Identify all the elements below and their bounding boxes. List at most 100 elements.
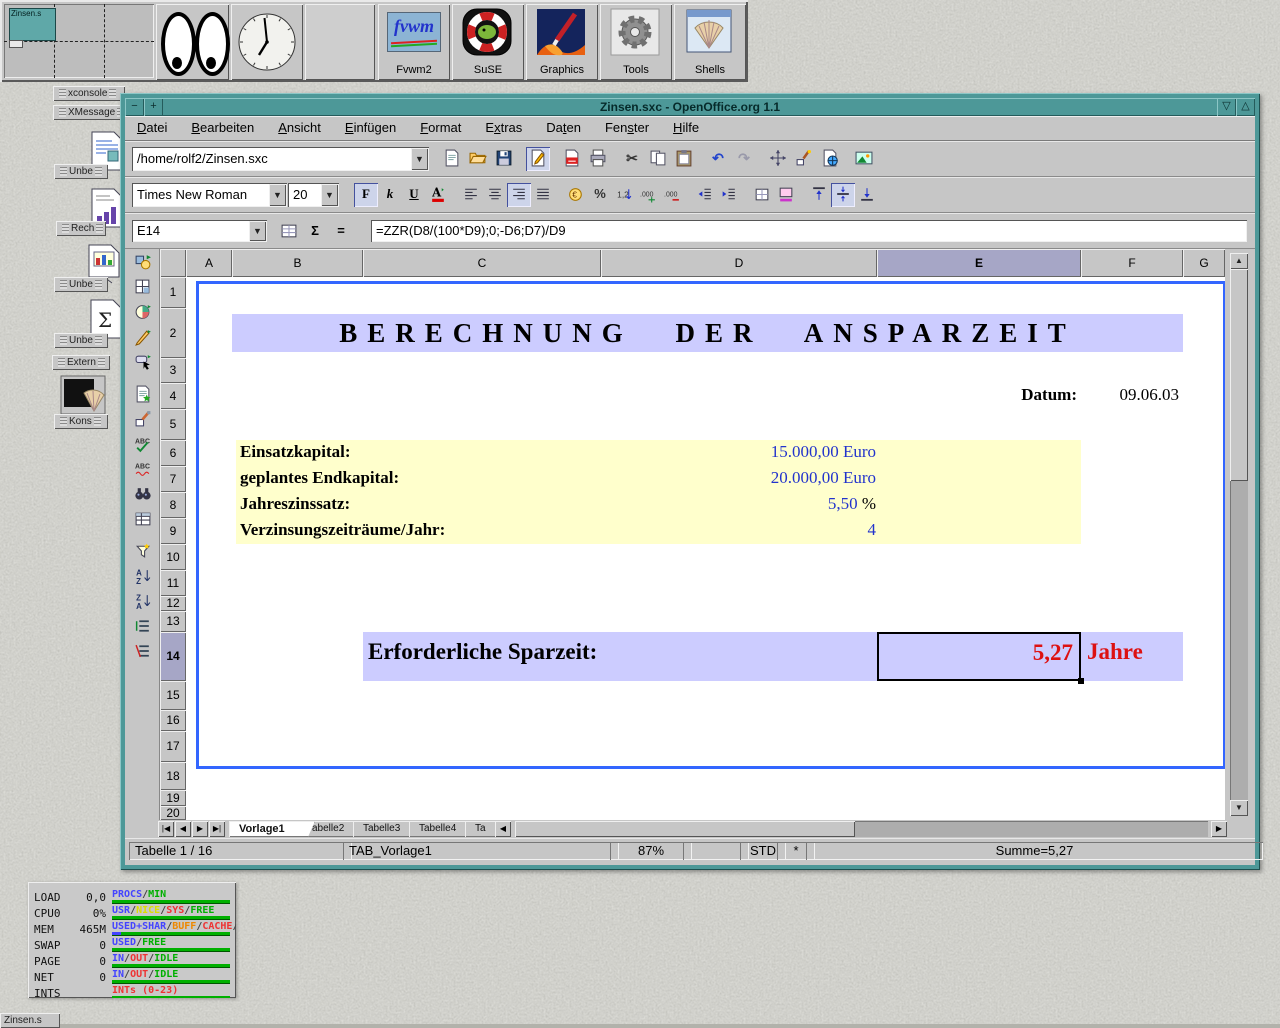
first-sheet-button[interactable]: |◀ <box>158 821 174 837</box>
hyperlink-icon[interactable] <box>818 147 842 171</box>
launcher-graphics[interactable]: Graphics <box>526 4 598 80</box>
align-center-icon[interactable] <box>483 183 507 207</box>
previous-sheet-button[interactable]: ◀ <box>175 821 191 837</box>
window-minimize-button[interactable]: ▽ <box>1217 98 1236 116</box>
cell-grid[interactable]: BERECHNUNG DER ANSPARZEITDatum:09.06.03E… <box>186 277 1225 820</box>
menu-hilfe[interactable]: Hilfe <box>673 116 699 140</box>
row-header-2[interactable]: 2 <box>160 308 186 358</box>
stylist-icon[interactable] <box>792 147 816 171</box>
launcher-tools[interactable]: Tools <box>600 4 672 80</box>
save-document-icon[interactable] <box>492 147 516 171</box>
spellcheck-icon[interactable]: ABC <box>130 435 155 459</box>
row-header-14[interactable]: 14 <box>160 632 186 681</box>
italic-icon[interactable]: k <box>378 183 402 207</box>
gallery-icon[interactable] <box>852 147 876 171</box>
document-url-value[interactable]: /home/rolf2/Zinsen.sxc <box>137 151 268 166</box>
navigator-icon[interactable] <box>766 147 790 171</box>
menu-extras[interactable]: Extras <box>485 116 522 140</box>
launcher-fvwm2[interactable]: fvwmFvwm2 <box>378 4 450 80</box>
fvwm-pager[interactable]: Zinsen.s <box>4 4 154 78</box>
insert-object-icon[interactable] <box>130 253 155 277</box>
row-header-16[interactable]: 16 <box>160 710 186 731</box>
font-size-combobox[interactable]: 20▼ <box>288 183 339 207</box>
standard-format-icon[interactable]: 1,2 <box>612 183 636 207</box>
row-header-9[interactable]: 9 <box>160 518 186 544</box>
scroll-down-button[interactable]: ▼ <box>1230 800 1248 816</box>
next-sheet-button[interactable]: ▶ <box>192 821 208 837</box>
row-header-4[interactable]: 4 <box>160 383 186 409</box>
background-color-icon[interactable] <box>774 183 798 207</box>
align-top-icon[interactable] <box>807 183 831 207</box>
panel-empty-button[interactable] <box>305 4 375 80</box>
last-sheet-button[interactable]: ▶| <box>209 821 225 837</box>
formula-input[interactable]: =ZZR(D8/(100*D9);0;-D6;D7)/D9 <box>371 220 1247 242</box>
desktop-icon-label-kons[interactable]: Kons <box>54 414 108 429</box>
row-header-8[interactable]: 8 <box>160 492 186 518</box>
window-maximize-button[interactable]: △ <box>1236 98 1255 116</box>
cell-reference-dropdown[interactable]: ▼ <box>249 221 266 241</box>
cell-cursor-handle[interactable] <box>1078 678 1084 684</box>
window-sticky-button[interactable]: + <box>144 98 163 116</box>
data-sources-icon[interactable] <box>130 510 155 534</box>
window-menu-button[interactable]: − <box>125 98 144 116</box>
bold-icon[interactable]: F <box>354 183 378 207</box>
sort-descending-icon[interactable]: ZA <box>130 592 155 616</box>
horizontal-scroll-thumb[interactable] <box>515 821 855 837</box>
currency-format-icon[interactable]: € <box>564 183 588 207</box>
function-icon[interactable]: = <box>329 220 353 244</box>
autofilter-icon[interactable] <box>130 542 155 566</box>
decrease-indent-icon[interactable] <box>693 183 717 207</box>
row-header-17[interactable]: 17 <box>160 731 186 762</box>
sum-icon[interactable]: Σ <box>303 220 327 244</box>
font-size-value[interactable]: 20 <box>293 187 307 202</box>
pager-mini-window[interactable]: Zinsen.s <box>9 8 56 41</box>
add-decimal-icon[interactable]: .000 <box>636 183 660 207</box>
find-replace-icon[interactable] <box>130 485 155 509</box>
formula-text[interactable]: =ZZR(D8/(100*D9);0;-D6;D7)/D9 <box>376 223 566 238</box>
desktop-icon-label-xconsole[interactable]: xconsole <box>53 86 125 101</box>
undo-icon[interactable]: ↶ <box>706 147 730 171</box>
increase-indent-icon[interactable] <box>717 183 741 207</box>
launcher-suse[interactable]: SuSE <box>452 4 524 80</box>
ungroup-icon[interactable] <box>130 642 155 666</box>
cell-cursor-e14[interactable]: 5,27 <box>877 632 1081 681</box>
group-icon[interactable] <box>130 617 155 641</box>
horizontal-scroll-right-button[interactable]: ▶ <box>1211 821 1227 837</box>
paste-icon[interactable] <box>672 147 696 171</box>
menu-datei[interactable]: Datei <box>137 116 167 140</box>
iconified-window-label[interactable]: Zinsen.s <box>0 1013 60 1028</box>
font-name-dropdown[interactable]: ▼ <box>269 184 286 206</box>
row-header-12[interactable]: 12 <box>160 596 186 611</box>
row-header-19[interactable]: 19 <box>160 790 186 806</box>
align-vcenter-icon[interactable] <box>831 183 855 207</box>
font-name-value[interactable]: Times New Roman <box>137 187 247 202</box>
redo-icon[interactable]: ↷ <box>732 147 756 171</box>
print-icon[interactable] <box>586 147 610 171</box>
insert-chart-icon[interactable] <box>130 303 155 327</box>
cell-reference-box[interactable]: E14▼ <box>132 220 267 242</box>
auto-spellcheck-icon[interactable]: ABC <box>130 460 155 484</box>
row-header-1[interactable]: 1 <box>160 277 186 308</box>
launcher-shells[interactable]: Shells <box>674 4 746 80</box>
scroll-up-button[interactable]: ▲ <box>1230 253 1248 269</box>
menu-daten[interactable]: Daten <box>546 116 581 140</box>
draw-functions-icon[interactable] <box>130 328 155 352</box>
menu-format[interactable]: Format <box>420 116 461 140</box>
autoformat-icon[interactable] <box>130 410 155 434</box>
document-url-combobox[interactable]: /home/rolf2/Zinsen.sxc ▼ <box>132 147 429 171</box>
select-all-corner[interactable] <box>160 249 186 277</box>
row-header-15[interactable]: 15 <box>160 681 186 710</box>
row-header-20[interactable]: 20 <box>160 806 186 820</box>
cut-icon[interactable]: ✂ <box>620 147 644 171</box>
vertical-scroll-thumb[interactable] <box>1230 269 1248 481</box>
column-header-g[interactable]: G <box>1183 249 1225 277</box>
align-justify-icon[interactable] <box>531 183 555 207</box>
url-dropdown-button[interactable]: ▼ <box>411 148 428 170</box>
input-value-2[interactable]: 5,50 % <box>626 494 876 518</box>
edit-file-icon[interactable] <box>526 147 550 171</box>
copy-icon[interactable] <box>646 147 670 171</box>
export-pdf-icon[interactable] <box>560 147 584 171</box>
insert-from-file-icon[interactable] <box>130 385 155 409</box>
desktop-icon-label-unbe[interactable]: Unbe <box>54 164 108 179</box>
row-header-6[interactable]: 6 <box>160 440 186 466</box>
